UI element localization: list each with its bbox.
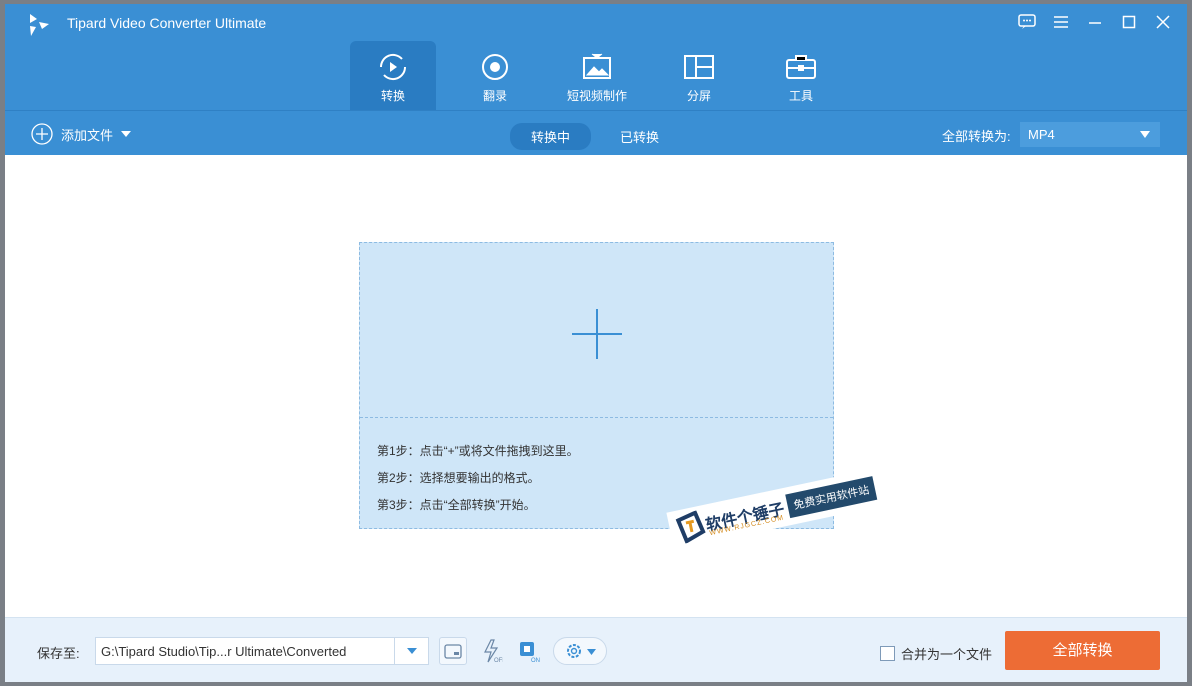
svg-text:ON: ON xyxy=(531,658,540,663)
tab-mv[interactable]: 短视频制作 xyxy=(546,41,648,110)
gpu-on-button[interactable]: ON xyxy=(515,637,543,665)
tab-ripper[interactable]: 翻录 xyxy=(444,41,546,110)
format-value: MP4 xyxy=(1028,127,1055,142)
checkbox[interactable] xyxy=(880,646,895,661)
app-logo-icon xyxy=(30,14,49,36)
step-1-text: 第1步：点击“+”或将文件拖拽到这里。 xyxy=(377,444,579,458)
chevron-down-icon[interactable] xyxy=(394,638,428,664)
format-select[interactable]: MP4 xyxy=(1020,122,1160,147)
add-files-button[interactable]: 添加文件 xyxy=(31,123,132,145)
convert-icon xyxy=(379,53,407,81)
toolbox-icon xyxy=(786,55,816,79)
split-screen-icon xyxy=(684,55,714,79)
tab-label: 转换 xyxy=(380,89,405,103)
menu-icon[interactable] xyxy=(1051,12,1071,32)
add-files-label: 添加文件 xyxy=(61,127,114,143)
chevron-down-icon xyxy=(586,648,596,655)
output-path: G:\Tipard Studio\Tip...r Ultimate\Conver… xyxy=(101,644,347,659)
lightning-off-icon: OFF xyxy=(484,639,503,663)
tab-convert[interactable]: 转换 xyxy=(350,41,436,110)
tab-label: 翻录 xyxy=(482,89,507,103)
gear-icon xyxy=(566,644,581,658)
merge-checkbox[interactable]: 合并为一个文件 xyxy=(880,644,992,663)
add-circle-icon xyxy=(31,123,53,145)
toolbar: 添加文件 转换中 已转换 全部转换为: MP4 xyxy=(5,110,1187,155)
tab-label: 工具 xyxy=(788,89,813,103)
open-folder-button[interactable] xyxy=(439,637,467,665)
chevron-down-icon[interactable] xyxy=(121,130,132,138)
record-icon xyxy=(482,54,508,80)
save-to-label: 保存至: xyxy=(37,646,80,661)
tab-converted[interactable]: 已转换 xyxy=(599,123,680,150)
settings-button[interactable] xyxy=(553,637,607,665)
tab-label: 分屏 xyxy=(686,89,711,103)
feedback-icon[interactable] xyxy=(1017,12,1037,32)
convert-all-to-label: 全部转换为: xyxy=(942,129,1011,144)
plus-icon[interactable] xyxy=(572,309,622,359)
output-path-select[interactable]: G:\Tipard Studio\Tip...r Ultimate\Conver… xyxy=(95,637,429,665)
step-2-text: 第2步：选择想要输出的格式。 xyxy=(377,471,540,485)
svg-text:OFF: OFF xyxy=(494,658,503,663)
app-window: Tipard Video Converter Ultimate 转换 翻录 短视… xyxy=(5,4,1187,682)
convert-all-button[interactable]: 全部转换 xyxy=(1005,631,1160,670)
header: Tipard Video Converter Ultimate 转换 翻录 短视… xyxy=(5,4,1187,155)
divider xyxy=(360,417,833,418)
merge-label: 合并为一个文件 xyxy=(901,647,993,662)
chevron-down-icon xyxy=(1140,131,1150,143)
maximize-icon[interactable] xyxy=(1119,12,1139,32)
minimize-icon[interactable] xyxy=(1085,12,1105,32)
tab-label: 短视频制作 xyxy=(566,89,627,103)
app-title: Tipard Video Converter Ultimate xyxy=(67,15,267,31)
cpu-on-icon: ON xyxy=(520,642,540,663)
step-3-text: 第3步：点击“全部转换”开始。 xyxy=(377,498,536,512)
folder-icon xyxy=(444,644,462,659)
bottom-bar: 保存至: G:\Tipard Studio\Tip...r Ultimate\C… xyxy=(5,617,1187,682)
file-drop-zone[interactable]: 第1步：点击“+”或将文件拖拽到这里。 第2步：选择想要输出的格式。 第3步：点… xyxy=(359,242,834,529)
tab-converting[interactable]: 转换中 xyxy=(510,123,592,150)
tv-image-icon xyxy=(583,53,611,79)
tab-collage[interactable]: 分屏 xyxy=(648,41,750,110)
hardware-accel-off-button[interactable]: OFF xyxy=(478,637,506,665)
close-icon[interactable] xyxy=(1153,12,1173,32)
tab-toolbox[interactable]: 工具 xyxy=(750,41,852,110)
